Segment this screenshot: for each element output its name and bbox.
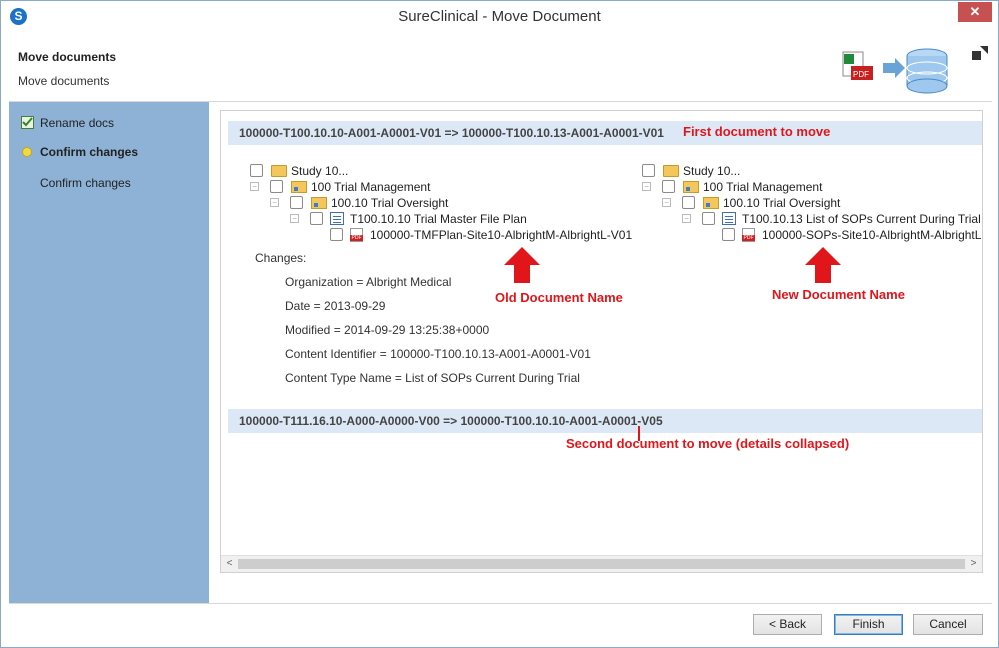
annotation-old-document-name: Old Document Name — [495, 290, 623, 305]
tree-node-label: T100.10.13 List of SOPs Current During T… — [742, 212, 981, 226]
horizontal-scrollbar[interactable]: < > — [221, 555, 982, 572]
document-mapping-text: 100000-T111.16.10-A000-A0000-V00 => 1000… — [239, 414, 663, 428]
tree-checkbox[interactable] — [250, 164, 263, 177]
tree-checkbox[interactable] — [290, 196, 303, 209]
folder-icon — [311, 197, 327, 209]
tree-node-label: 100000-TMFPlan-Site10-AlbrightM-Albright… — [370, 228, 633, 242]
step-label: Rename docs — [40, 116, 115, 130]
tree-checkbox[interactable] — [662, 180, 675, 193]
change-item: Organization = Albright Medical — [285, 275, 452, 289]
svg-text:PDF: PDF — [853, 70, 869, 79]
pdf-icon — [350, 228, 363, 242]
substep-confirm-changes[interactable]: Confirm changes — [40, 176, 131, 190]
folder-icon — [291, 181, 307, 193]
header-title: Move documents — [18, 50, 117, 64]
scrollbar-thumb[interactable] — [238, 559, 965, 569]
collapse-icon[interactable]: − — [682, 214, 691, 223]
collapse-icon[interactable]: − — [642, 182, 651, 191]
tree-node-label: 100 Trial Management — [311, 180, 431, 194]
annotation-new-document-name: New Document Name — [772, 287, 905, 302]
tree-checkbox[interactable] — [722, 228, 735, 241]
document-mapping-text: 100000-T100.10.10-A001-A0001-V01 => 1000… — [239, 126, 664, 140]
step-label: Confirm changes — [40, 145, 139, 159]
pdf-icon — [742, 228, 755, 242]
folder-icon — [683, 181, 699, 193]
tree-node-label: Study 10... — [291, 164, 349, 178]
finish-button[interactable]: Finish — [834, 614, 903, 635]
close-window-button[interactable]: ✕ — [958, 2, 992, 22]
yellow-dot-icon — [22, 147, 32, 157]
document-mapping-bar[interactable]: 100000-T111.16.10-A000-A0000-V00 => 1000… — [228, 409, 982, 433]
tree-checkbox[interactable] — [330, 228, 343, 241]
main-content: 100000-T100.10.10-A001-A0001-V01 => 1000… — [209, 102, 992, 603]
collapse-icon[interactable]: − — [290, 214, 299, 223]
document-type-icon — [330, 212, 344, 225]
change-item: Date = 2013-09-29 — [285, 299, 386, 313]
scroll-right-icon[interactable]: > — [965, 556, 982, 572]
tree-checkbox[interactable] — [682, 196, 695, 209]
pdf-to-database-icon: PDF — [842, 48, 948, 94]
red-arrow-up-icon — [504, 247, 540, 283]
expand-icon[interactable] — [972, 46, 988, 60]
tree-node-label: 100 Trial Management — [703, 180, 823, 194]
tree-checkbox[interactable] — [702, 212, 715, 225]
wizard-steps-sidebar: Rename docs Confirm changes Confirm chan… — [9, 102, 209, 603]
folder-icon — [703, 197, 719, 209]
tree-checkbox[interactable] — [270, 180, 283, 193]
documents-scroll-area[interactable]: 100000-T100.10.10-A001-A0001-V01 => 1000… — [220, 110, 983, 573]
header-subtitle: Move documents — [18, 74, 110, 88]
tree-node-label: T100.10.10 Trial Master File Plan — [350, 212, 527, 226]
tree-node-label: 100.10 Trial Oversight — [723, 196, 841, 210]
tree-checkbox[interactable] — [642, 164, 655, 177]
checkbox-checked-icon — [21, 116, 34, 129]
tree-node-label: 100.10 Trial Oversight — [331, 196, 449, 210]
document-type-icon — [722, 212, 736, 225]
collapse-icon[interactable]: − — [250, 182, 259, 191]
changes-label: Changes: — [255, 251, 307, 265]
tree-node-label: 100000-SOPs-Site10-AlbrightM-AlbrightL- — [762, 228, 983, 242]
step-label: Confirm changes — [40, 176, 131, 190]
title-bar: S SureClinical - Move Document ✕ — [1, 1, 998, 32]
scroll-left-icon[interactable]: < — [221, 556, 238, 572]
change-item: Modified = 2014-09-29 13:25:38+0000 — [285, 323, 490, 337]
step-rename-docs[interactable]: Rename docs — [21, 116, 114, 130]
tree-node-label: Study 10... — [683, 164, 741, 178]
move-document-window: S SureClinical - Move Document ✕ Move do… — [0, 0, 999, 648]
red-arrow-up-icon — [805, 247, 841, 283]
folder-open-icon — [271, 165, 287, 177]
wizard-footer: < Back Finish Cancel — [9, 603, 992, 645]
document-mapping-bar[interactable]: 100000-T100.10.10-A001-A0001-V01 => 1000… — [228, 121, 982, 145]
cancel-button[interactable]: Cancel — [913, 614, 983, 635]
back-button[interactable]: < Back — [753, 614, 822, 635]
collapse-icon[interactable]: − — [270, 198, 279, 207]
annotation-first-document: First document to move — [683, 124, 831, 139]
wizard-header: Move documents Move documents PDF — [9, 32, 992, 102]
step-confirm-changes[interactable]: Confirm changes — [21, 145, 138, 159]
window-title: SureClinical - Move Document — [398, 8, 601, 25]
change-item: Content Identifier = 100000-T100.10.13-A… — [285, 347, 591, 361]
collapse-icon[interactable]: − — [662, 198, 671, 207]
folder-open-icon — [663, 165, 679, 177]
annotation-second-document: Second document to move (details collaps… — [566, 436, 850, 451]
change-item: Content Type Name = List of SOPs Current… — [285, 371, 580, 385]
tree-checkbox[interactable] — [310, 212, 323, 225]
